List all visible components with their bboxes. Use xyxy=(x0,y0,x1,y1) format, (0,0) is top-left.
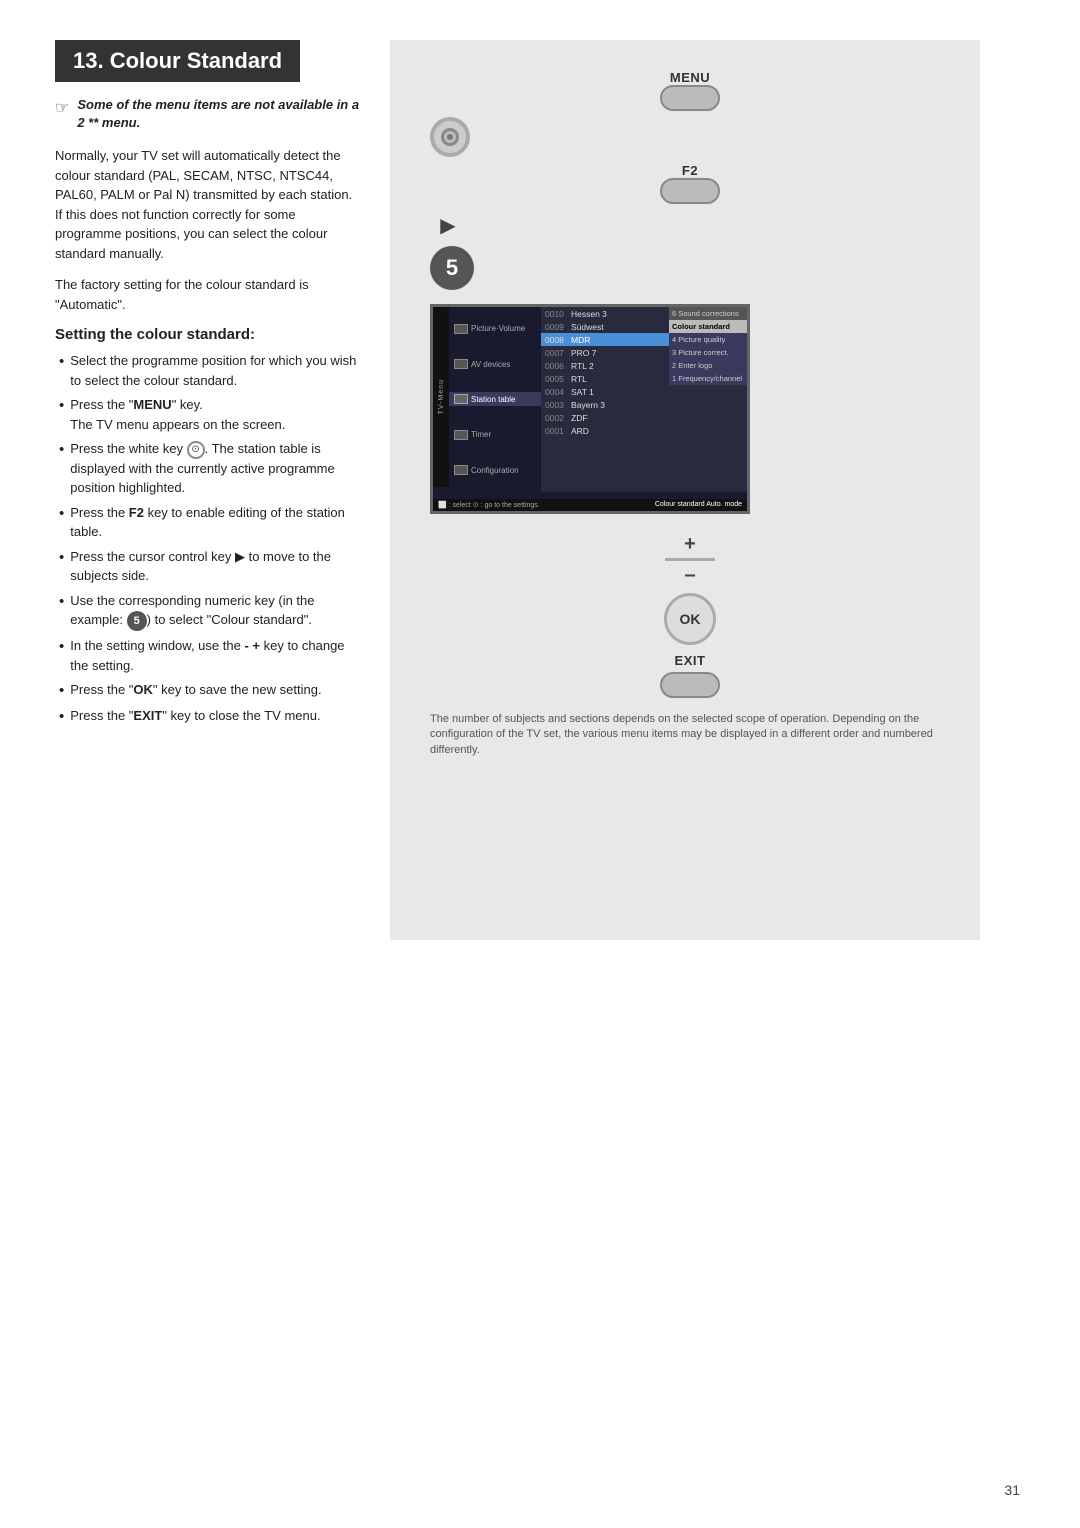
bullet-item-2: Press the "MENU" key.The TV menu appears… xyxy=(55,395,360,434)
separator-line xyxy=(665,558,715,561)
bullet-text-3: Press the white key ⊙. The station table… xyxy=(70,439,360,498)
play-button-row: ▶ xyxy=(430,210,466,240)
ch-0004: 0004SAT 1 xyxy=(541,385,669,398)
note-text: Some of the menu items are not available… xyxy=(77,96,360,132)
note-box: ☞ Some of the menu items are not availab… xyxy=(55,96,360,132)
footnote: The number of subjects and sections depe… xyxy=(430,712,950,758)
ok-label: OK xyxy=(680,611,701,627)
step-number-circle: 5 xyxy=(430,246,474,290)
bullet-list: Select the programme position for which … xyxy=(55,351,360,727)
submenu-picture-q: 4 Picture quality xyxy=(669,333,750,346)
controls-row: + – OK EXIT xyxy=(430,534,950,698)
target-icon-row xyxy=(430,117,470,157)
ch-0010: 0010Hessen 3 xyxy=(541,307,669,320)
plus-label: + xyxy=(684,534,696,554)
f2-button[interactable] xyxy=(660,178,720,204)
channel-list-area: 0010Hessen 3 0009Südwest 0008MDR 0007PRO… xyxy=(541,307,669,492)
ch-0003: 0003Bayern 3 xyxy=(541,398,669,411)
minus-label: – xyxy=(684,565,695,585)
bullet-text-1: Select the programme position for which … xyxy=(70,351,360,390)
side-menu-av-devices: AV devices xyxy=(449,357,541,371)
menu-label: MENU xyxy=(670,70,710,85)
exit-button[interactable] xyxy=(660,672,720,698)
circle-num-row: 5 xyxy=(430,246,474,290)
side-menu-timer: Timer xyxy=(449,428,541,442)
play-arrow-icon: ▶ xyxy=(430,210,466,240)
subsection-title: Setting the colour standard: xyxy=(55,326,360,343)
ch-0006: 0006RTL 2 xyxy=(541,359,669,372)
bullet-text-7: In the setting window, use the - + key t… xyxy=(70,636,360,675)
main-layout: 13. Colour Standard ☞ Some of the menu i… xyxy=(0,40,1080,940)
bullet-text-4: Press the F2 key to enable editing of th… xyxy=(70,503,360,542)
plus-minus-section: + – xyxy=(665,534,715,585)
tv-screenshot: ★★★ TV-Menu Picture·Volume xyxy=(430,304,750,514)
body-paragraph-2: The factory setting for the colour stand… xyxy=(55,275,360,314)
page-number: 31 xyxy=(1004,1482,1020,1498)
side-menu-station-table: Station table xyxy=(449,392,541,406)
page: 13. Colour Standard ☞ Some of the menu i… xyxy=(0,0,1080,1528)
bullet-text-2: Press the "MENU" key.The TV menu appears… xyxy=(70,395,285,434)
left-column: 13. Colour Standard ☞ Some of the menu i… xyxy=(0,40,390,735)
tv-bottom-right: Colour standard Auto. mode xyxy=(655,501,742,509)
section-title-text: Colour Standard xyxy=(110,48,282,73)
side-menu-picture-volume: Picture·Volume xyxy=(449,322,541,336)
right-col-inner: MENU F2 ▶ xyxy=(430,70,950,758)
tv-menu-vertical-label: TV-Menu xyxy=(433,307,449,487)
bullet-text-9: Press the "EXIT" key to close the TV men… xyxy=(70,706,320,726)
menu-button-row: MENU xyxy=(660,70,720,111)
submenu-freq: 1 Frequency/channel xyxy=(669,372,750,385)
target-circle-icon xyxy=(430,117,470,157)
ch-0001: 0001ARD xyxy=(541,424,669,437)
bullet-item-8: Press the "OK" key to save the new setti… xyxy=(55,680,360,701)
ch-0002: 0002ZDF xyxy=(541,411,669,424)
bullet-item-1: Select the programme position for which … xyxy=(55,351,360,390)
right-submenu-area: 6 Sound corrections Colour standard 4 Pi… xyxy=(669,307,750,492)
bullet-text-5: Press the cursor control key ▶ to move t… xyxy=(70,547,360,586)
ch-0007: 0007PRO 7 xyxy=(541,346,669,359)
side-menu-area: Picture·Volume AV devices Station table xyxy=(449,307,541,492)
tv-screenshot-wrapper: ★★★ TV-Menu Picture·Volume xyxy=(430,304,950,514)
submenu-enter-logo: 2 Enter logo xyxy=(669,359,750,372)
ch-0009: 0009Südwest xyxy=(541,320,669,333)
bullet-item-6: Use the corresponding numeric key (in th… xyxy=(55,591,360,631)
note-icon: ☞ xyxy=(55,98,69,118)
ch-0008: 0008MDR xyxy=(541,333,669,346)
bullet-item-3: Press the white key ⊙. The station table… xyxy=(55,439,360,498)
submenu-sound: 6 Sound corrections xyxy=(669,307,750,320)
bullet-item-4: Press the F2 key to enable editing of th… xyxy=(55,503,360,542)
submenu-picture-c: 3 Picture correct. xyxy=(669,346,750,359)
step-number-text: 5 xyxy=(446,255,458,281)
section-title: 13. Colour Standard xyxy=(55,40,300,82)
white-key-icon: ⊙ xyxy=(187,441,205,459)
ch-0005: 0005RTL xyxy=(541,372,669,385)
bullet-text-6: Use the corresponding numeric key (in th… xyxy=(70,591,360,631)
section-number: 13 xyxy=(73,48,97,73)
bullet-item-5: Press the cursor control key ▶ to move t… xyxy=(55,547,360,586)
f2-label: F2 xyxy=(682,163,698,178)
tv-bottom-bar: ⬜ : select ⊙ : go to the settings. Colou… xyxy=(433,499,747,511)
bullet-text-8: Press the "OK" key to save the new setti… xyxy=(70,680,321,700)
menu-button[interactable] xyxy=(660,85,720,111)
circle-5: 5 xyxy=(127,611,147,631)
exit-section: EXIT xyxy=(660,653,720,698)
right-column: MENU F2 ▶ xyxy=(390,40,980,940)
bullet-item-9: Press the "EXIT" key to close the TV men… xyxy=(55,706,360,727)
exit-label: EXIT xyxy=(675,653,706,668)
side-menu-configuration: Configuration xyxy=(449,463,541,477)
f2-button-row: F2 xyxy=(660,163,720,204)
tv-bottom-left: ⬜ : select ⊙ : go to the settings. xyxy=(438,501,540,509)
submenu-colour: Colour standard xyxy=(669,320,750,333)
body-paragraph-1: Normally, your TV set will automatically… xyxy=(55,146,360,263)
ok-button[interactable]: OK xyxy=(664,593,716,645)
bullet-item-7: In the setting window, use the - + key t… xyxy=(55,636,360,675)
